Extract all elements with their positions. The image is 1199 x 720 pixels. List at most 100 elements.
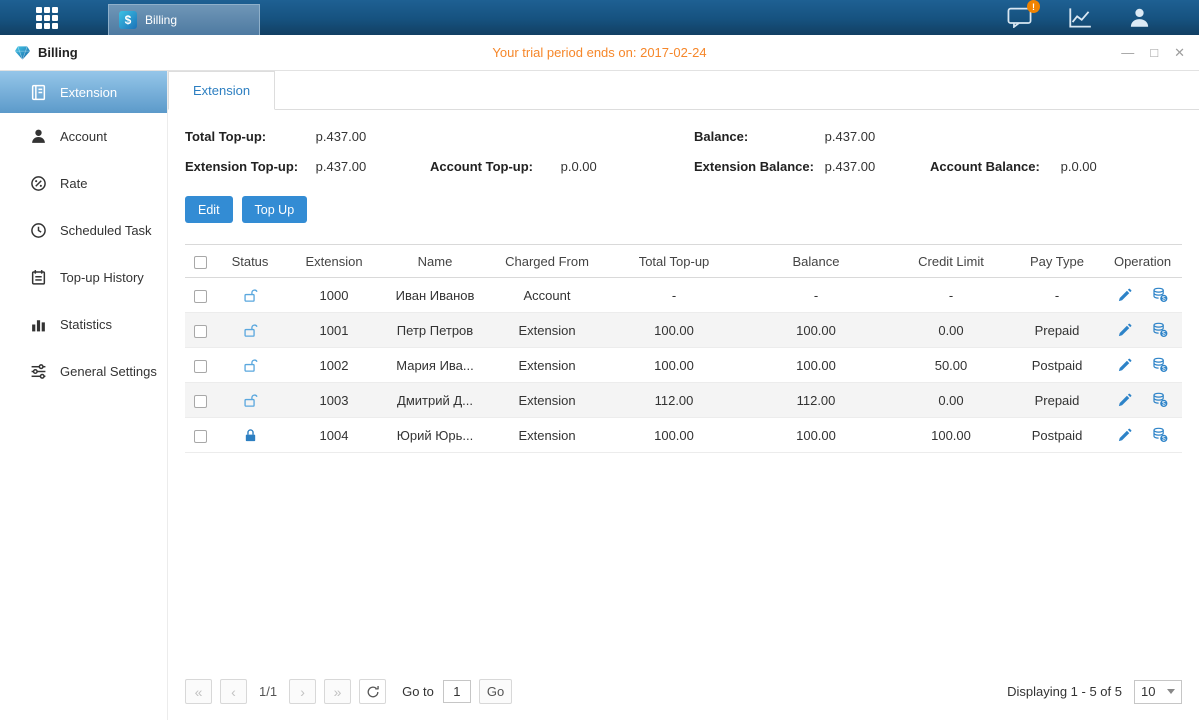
close-button[interactable]: ✕ [1174, 46, 1185, 59]
row-checkbox[interactable] [194, 290, 207, 303]
edit-pencil-icon[interactable] [1117, 358, 1132, 373]
account-balance-value: p.0.00 [1061, 159, 1097, 174]
sidebar-item-label: Statistics [60, 317, 112, 332]
header-charged-from: Charged From [487, 245, 607, 278]
app-launcher-icon[interactable] [36, 7, 58, 29]
lock-open-icon [243, 288, 258, 303]
cell-pay-type: Postpaid [1011, 348, 1103, 383]
sidebar-item-label: Scheduled Task [60, 223, 152, 238]
page-indicator: 1/1 [259, 684, 277, 699]
last-page-button[interactable]: » [324, 679, 351, 704]
cell-name: Дмитрий Д... [383, 383, 487, 418]
page-size-value: 10 [1141, 684, 1155, 699]
select-all-checkbox[interactable] [194, 256, 207, 269]
cell-total-topup: 100.00 [607, 348, 741, 383]
chevron-down-icon [1167, 689, 1175, 694]
tab-extension[interactable]: Extension [168, 71, 275, 110]
row-checkbox[interactable] [194, 395, 207, 408]
statistics-icon [30, 316, 47, 333]
cell-balance: 100.00 [741, 348, 891, 383]
sidebar-item-topup-history[interactable]: Top-up History [0, 254, 167, 301]
header-credit-limit: Credit Limit [891, 245, 1011, 278]
cell-extension: 1001 [285, 313, 383, 348]
extension-topup-value: p.437.00 [316, 159, 367, 174]
row-checkbox[interactable] [194, 325, 207, 338]
sidebar-item-label: Extension [60, 85, 117, 100]
first-page-button[interactable]: « [185, 679, 212, 704]
account-balance-label: Account Balance: [930, 159, 1057, 174]
reports-chart-icon[interactable] [1068, 7, 1092, 28]
refresh-button[interactable] [359, 679, 386, 704]
header-total-topup: Total Top-up [607, 245, 741, 278]
row-checkbox[interactable] [194, 430, 207, 443]
goto-page-input[interactable] [443, 680, 471, 703]
top-up-coins-icon[interactable]: $ [1152, 392, 1168, 408]
extension-balance-label: Extension Balance: [694, 159, 821, 174]
ledger-icon [30, 84, 47, 101]
cell-pay-type: - [1011, 278, 1103, 313]
account-topup-label: Account Top-up: [430, 159, 557, 174]
top-up-coins-icon[interactable]: $ [1152, 322, 1168, 338]
cell-pay-type: Prepaid [1011, 313, 1103, 348]
sidebar-item-rate[interactable]: Rate [0, 160, 167, 207]
user-icon [30, 128, 47, 145]
top-up-coins-icon[interactable]: $ [1152, 287, 1168, 303]
sidebar-item-general-settings[interactable]: General Settings [0, 348, 167, 395]
edit-pencil-icon[interactable] [1117, 393, 1132, 408]
cell-charged-from: Extension [487, 313, 607, 348]
top-tab-billing[interactable]: $ Billing [108, 4, 260, 35]
sidebar-item-scheduled-task[interactable]: Scheduled Task [0, 207, 167, 254]
edit-pencil-icon[interactable] [1117, 288, 1132, 303]
top-up-coins-icon[interactable]: $ [1152, 427, 1168, 443]
edit-pencil-icon[interactable] [1117, 428, 1132, 443]
next-page-button[interactable]: › [289, 679, 316, 704]
extension-topup-label: Extension Top-up: [185, 159, 312, 174]
sidebar-item-label: Account [60, 129, 107, 144]
cell-total-topup: 112.00 [607, 383, 741, 418]
cell-credit-limit: 50.00 [891, 348, 1011, 383]
svg-text:$: $ [1162, 436, 1166, 443]
cell-name: Мария Ива... [383, 348, 487, 383]
notifications-chat-icon[interactable]: ! [1007, 7, 1032, 28]
lock-open-icon [243, 358, 258, 373]
svg-text:$: $ [1162, 401, 1166, 408]
prev-page-button[interactable]: ‹ [220, 679, 247, 704]
cell-extension: 1002 [285, 348, 383, 383]
header-balance: Balance [741, 245, 891, 278]
sidebar-item-account[interactable]: Account [0, 113, 167, 160]
top-up-coins-icon[interactable]: $ [1152, 357, 1168, 373]
header-name: Name [383, 245, 487, 278]
row-checkbox[interactable] [194, 360, 207, 373]
cell-balance: - [741, 278, 891, 313]
header-pay-type: Pay Type [1011, 245, 1103, 278]
top-up-button[interactable]: Top Up [242, 196, 308, 223]
cell-balance: 100.00 [741, 418, 891, 453]
user-account-icon[interactable] [1128, 7, 1151, 28]
refresh-icon [366, 685, 380, 699]
cell-charged-from: Extension [487, 348, 607, 383]
table-row: 1004 Юрий Юрь... Extension 100.00 100.00… [185, 418, 1182, 453]
balance-value: p.437.00 [825, 129, 876, 144]
edit-button[interactable]: Edit [185, 196, 233, 223]
tab-strip: Extension [168, 71, 1199, 110]
lock-closed-icon [243, 428, 258, 443]
table-row: 1003 Дмитрий Д... Extension 112.00 112.0… [185, 383, 1182, 418]
displaying-text: Displaying 1 - 5 of 5 [1007, 684, 1122, 699]
goto-label: Go to [402, 684, 434, 699]
cell-name: Иван Иванов [383, 278, 487, 313]
billing-app-icon: $ [119, 11, 137, 29]
cell-charged-from: Extension [487, 418, 607, 453]
extension-balance-value: p.437.00 [825, 159, 876, 174]
balance-label: Balance: [694, 129, 821, 144]
sidebar-item-label: General Settings [60, 364, 157, 379]
go-button[interactable]: Go [479, 679, 512, 704]
maximize-button[interactable]: □ [1150, 46, 1158, 59]
header-status: Status [215, 245, 285, 278]
minimize-button[interactable]: — [1121, 46, 1134, 59]
cell-pay-type: Postpaid [1011, 418, 1103, 453]
page-size-select[interactable]: 10 [1134, 680, 1182, 704]
sidebar-item-statistics[interactable]: Statistics [0, 301, 167, 348]
clock-icon [30, 222, 47, 239]
sidebar-item-extension[interactable]: Extension [0, 71, 167, 113]
edit-pencil-icon[interactable] [1117, 323, 1132, 338]
